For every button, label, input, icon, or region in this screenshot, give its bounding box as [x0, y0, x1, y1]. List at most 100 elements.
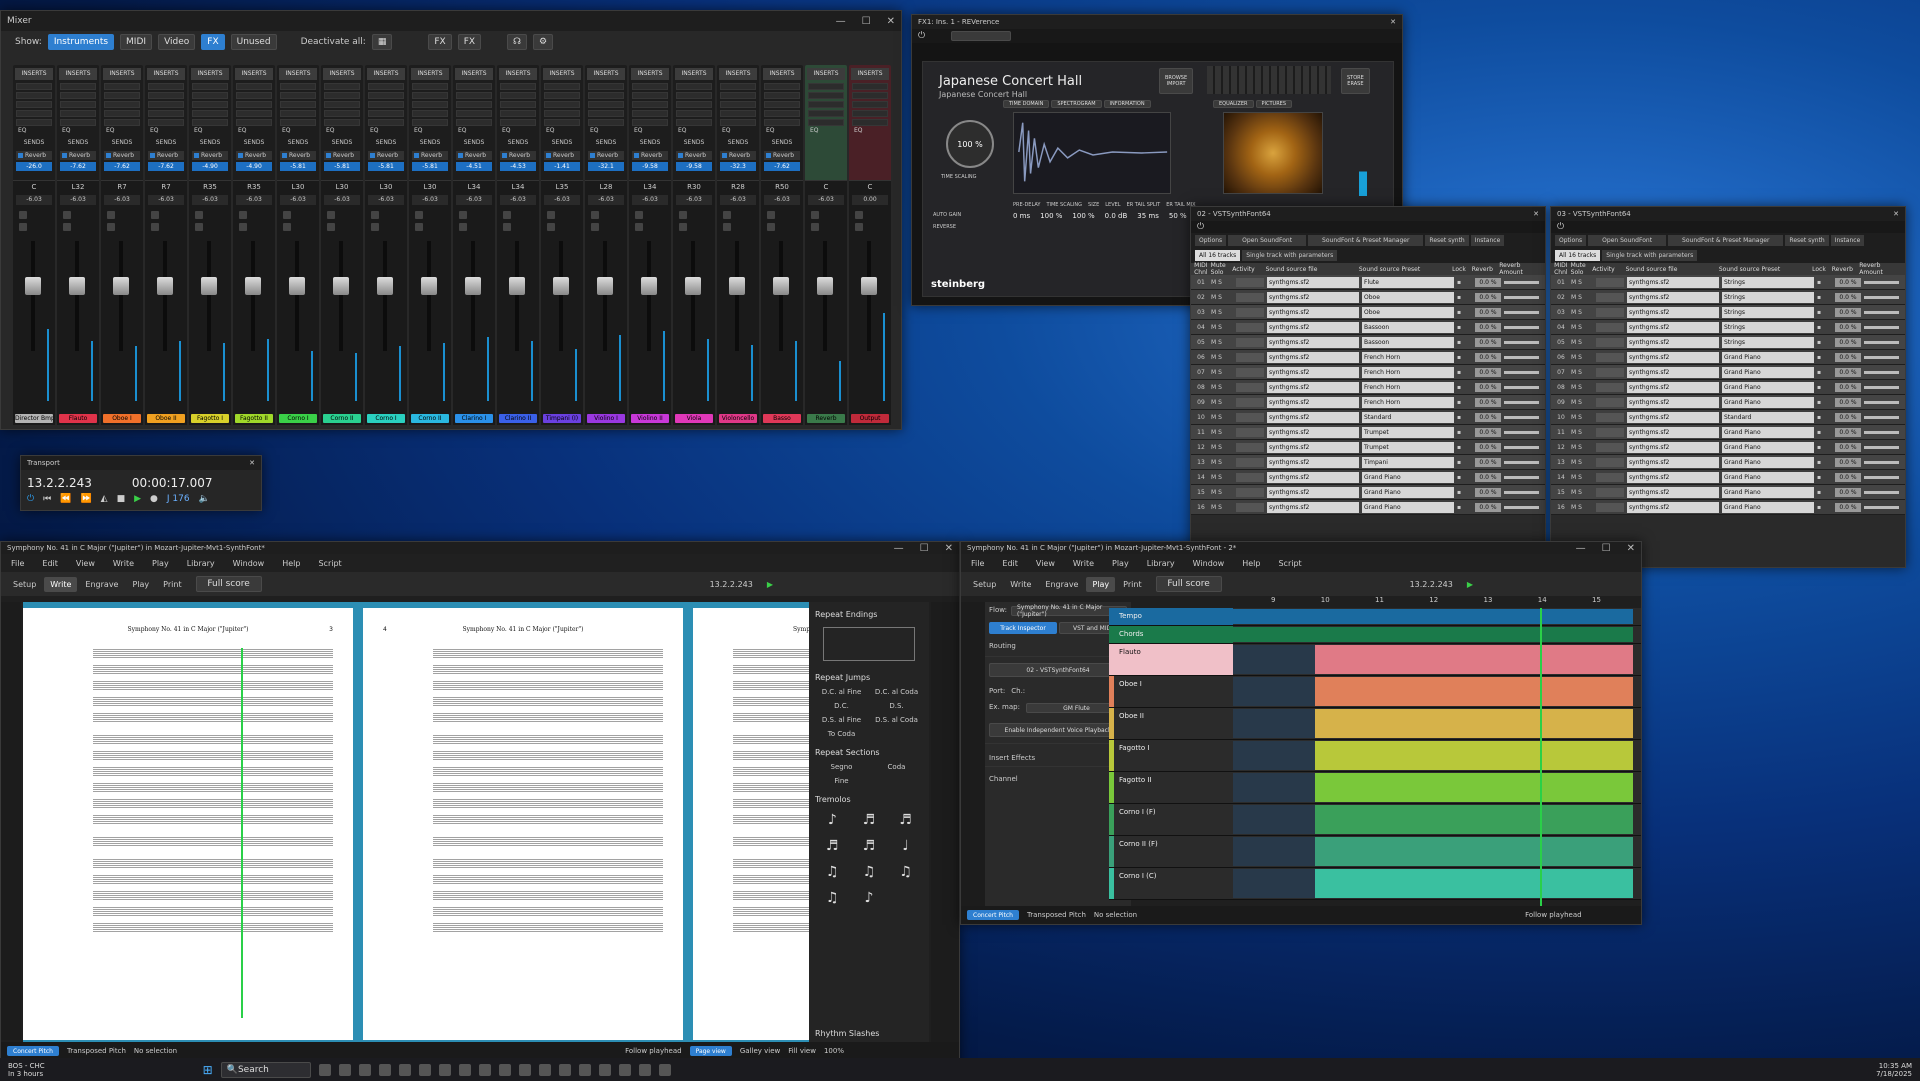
- solo-button[interactable]: [767, 223, 775, 231]
- insert-slot[interactable]: [324, 92, 360, 99]
- inserts-header[interactable]: INSERTS: [807, 68, 845, 80]
- solo-button[interactable]: [635, 223, 643, 231]
- mute-button[interactable]: [151, 211, 159, 219]
- follow-playhead-toggle[interactable]: Follow playhead: [1525, 911, 1581, 919]
- send-level[interactable]: -5.81: [368, 162, 404, 171]
- channel-name[interactable]: Director Bmp 1: [15, 414, 53, 423]
- bar-ruler[interactable]: 9 10 11 12 13 14 15: [1241, 596, 1631, 608]
- insert-slot[interactable]: [16, 92, 52, 99]
- volume-fader[interactable]: [157, 277, 173, 295]
- solo-button[interactable]: [283, 223, 291, 231]
- store-erase-button[interactable]: STORE ERASE: [1341, 68, 1370, 94]
- inserts-header[interactable]: INSERTS: [455, 68, 493, 80]
- insert-slot[interactable]: [764, 83, 800, 90]
- volume-fader[interactable]: [289, 277, 305, 295]
- track-row[interactable]: Fagotto I: [1109, 740, 1641, 772]
- record-icon[interactable]: ●: [150, 494, 158, 504]
- track-row[interactable]: Corno I (C): [1109, 868, 1641, 900]
- mute-button[interactable]: [283, 211, 291, 219]
- menu-item[interactable]: Write: [1073, 559, 1094, 568]
- mute-button[interactable]: [679, 211, 687, 219]
- insert-slot[interactable]: [764, 101, 800, 108]
- browse-import-button[interactable]: BROWSE IMPORT: [1159, 68, 1194, 94]
- solo-button[interactable]: [371, 223, 379, 231]
- midi-region[interactable]: [1315, 677, 1633, 706]
- app-icon[interactable]: [638, 1063, 651, 1076]
- mute-button[interactable]: [371, 211, 379, 219]
- filter-instruments-button[interactable]: Instruments: [47, 34, 115, 50]
- menu-item[interactable]: Write: [113, 559, 134, 568]
- insert-slot[interactable]: [500, 101, 536, 108]
- insert-slot[interactable]: [676, 119, 712, 126]
- volume-fader[interactable]: [729, 277, 745, 295]
- volume-readout[interactable]: -6.03: [148, 195, 184, 205]
- volume-fader[interactable]: [773, 277, 789, 295]
- pan-control[interactable]: L32: [57, 181, 99, 191]
- synth-track-row[interactable]: 01 M S synthgms.sf2 Flute ▪ 0.0 %: [1191, 275, 1545, 290]
- reverb-send[interactable]: Reverb: [236, 151, 272, 160]
- solo-button[interactable]: [855, 223, 863, 231]
- app-icon[interactable]: [498, 1063, 511, 1076]
- menu-item[interactable]: Library: [187, 559, 215, 568]
- preset-field[interactable]: [951, 31, 1012, 41]
- mode-write[interactable]: Write: [44, 576, 78, 592]
- insert-slot[interactable]: [676, 92, 712, 99]
- insert-slot[interactable]: [676, 83, 712, 90]
- solo-button[interactable]: [415, 223, 423, 231]
- synth-track-row[interactable]: 13 M S synthgms.sf2 Timpani ▪ 0.0 %: [1191, 455, 1545, 470]
- channel-name[interactable]: Corno II: [411, 414, 449, 423]
- mute-button[interactable]: [591, 211, 599, 219]
- insert-slot[interactable]: [632, 110, 668, 117]
- send-level[interactable]: -7.62: [764, 162, 800, 171]
- score-view[interactable]: Symphony No. 41 in C Major ("Jupiter") 3…: [23, 602, 914, 1042]
- volume-fader[interactable]: [817, 277, 833, 295]
- inserts-header[interactable]: INSERTS: [763, 68, 801, 80]
- app-icon[interactable]: [378, 1063, 391, 1076]
- insert-slot[interactable]: [236, 92, 272, 99]
- volume-fader[interactable]: [861, 277, 877, 295]
- insert-slot[interactable]: [456, 83, 492, 90]
- app-icon[interactable]: [358, 1063, 371, 1076]
- channel-name[interactable]: Violoncello: [719, 414, 757, 423]
- insert-slot[interactable]: [588, 92, 624, 99]
- insert-slot[interactable]: [720, 119, 756, 126]
- send-level[interactable]: -4.51: [456, 162, 492, 171]
- reverse-button[interactable]: REVERSE: [933, 224, 956, 230]
- volume-readout[interactable]: -6.03: [16, 195, 52, 205]
- insert-slot[interactable]: [808, 119, 844, 126]
- insert-slot[interactable]: [544, 92, 580, 99]
- play-icon[interactable]: ▶: [134, 494, 141, 504]
- insert-slot[interactable]: [236, 101, 272, 108]
- synth-track-row[interactable]: 06 M S synthgms.sf2 French Horn ▪ 0.0 %: [1191, 350, 1545, 365]
- volume-fader[interactable]: [641, 277, 657, 295]
- pan-control[interactable]: C: [849, 181, 891, 191]
- tab-spectrogram[interactable]: SPECTROGRAM: [1051, 100, 1102, 108]
- insert-slot[interactable]: [236, 119, 272, 126]
- page-view-button[interactable]: Page view: [689, 1046, 732, 1056]
- mute-button[interactable]: [19, 211, 27, 219]
- solo-button[interactable]: [107, 223, 115, 231]
- volume-readout[interactable]: -6.03: [368, 195, 404, 205]
- synth-track-row[interactable]: 01 M S synthgms.sf2 Strings ▪ 0.0 %: [1551, 275, 1905, 290]
- reset-synth-button[interactable]: Reset synth: [1785, 235, 1829, 246]
- insert-slot[interactable]: [16, 101, 52, 108]
- param-values[interactable]: 0 ms 100 % 100 % 0.0 dB 35 ms 50 %: [1013, 212, 1187, 220]
- repeat-jump-item[interactable]: D.C. al Coda: [874, 688, 919, 696]
- reverb-send[interactable]: Reverb: [632, 151, 668, 160]
- inserts-header[interactable]: INSERTS: [323, 68, 361, 80]
- app-icon[interactable]: [578, 1063, 591, 1076]
- inserts-header[interactable]: INSERTS: [851, 68, 889, 80]
- channel-name[interactable]: Corno I: [367, 414, 405, 423]
- synth-track-row[interactable]: 09 M S synthgms.sf2 French Horn ▪ 0.0 %: [1191, 395, 1545, 410]
- synth-track-row[interactable]: 05 M S synthgms.sf2 Strings ▪ 0.0 %: [1551, 335, 1905, 350]
- instance-button[interactable]: Instance: [1470, 235, 1505, 246]
- solo-button[interactable]: [19, 223, 27, 231]
- app-icon[interactable]: [558, 1063, 571, 1076]
- mute-button[interactable]: [547, 211, 555, 219]
- reverb-send[interactable]: Reverb: [412, 151, 448, 160]
- volume-fader[interactable]: [69, 277, 85, 295]
- layout-select[interactable]: Full score: [195, 576, 262, 592]
- eq-button[interactable]: EQ: [238, 127, 247, 134]
- app-icon[interactable]: [418, 1063, 431, 1076]
- app-icon[interactable]: [318, 1063, 331, 1076]
